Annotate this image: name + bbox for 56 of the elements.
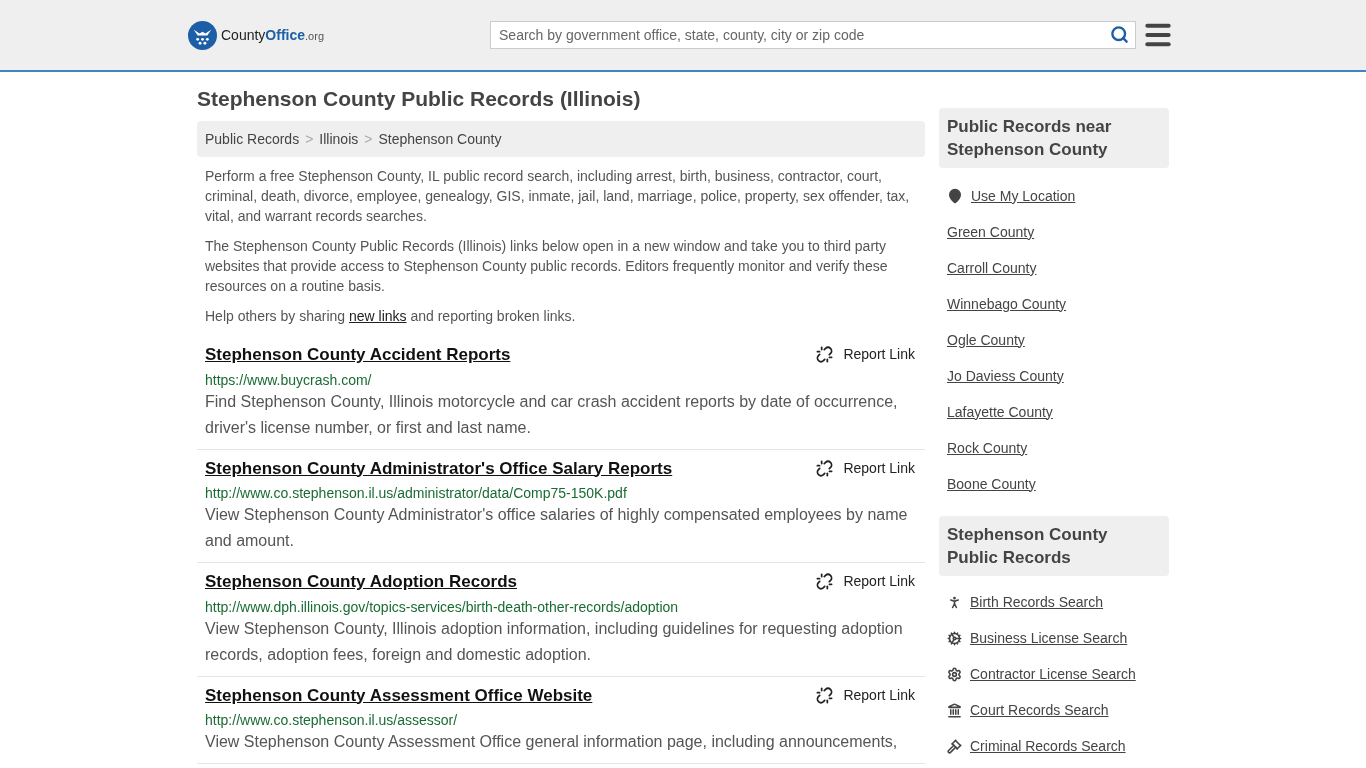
breadcrumb-link[interactable]: Public Records [205,128,300,150]
record-search-link[interactable]: Birth Records Search [970,591,1104,613]
broken-link-icon [816,459,834,477]
sidebar-heading: Public Records near Stephenson County [939,108,1169,168]
record-title-link[interactable]: Stephenson County Administrator's Office Salary Reports [205,455,673,481]
record-description: Find Stephenson County, Illinois motorcycle and car crash accident reports by date of occurrence, driver's license number, or first and last name. [205,391,899,438]
report-link-button[interactable]: Report Link [816,344,917,366]
record-title-link[interactable]: Stephenson County Accident Reports [205,342,511,368]
report-link-button[interactable]: Report Link [816,684,917,706]
county-link[interactable]: Jo Daviess County [947,365,1064,387]
gavel-icon [947,738,962,754]
record-title-link[interactable]: Stephenson County Assessment Office Website [205,682,593,708]
page-title: Stephenson County Public Records (Illinois) [197,86,642,112]
record-url: https://www.buycrash.com/ [205,370,373,389]
record-url: http://www.co.stephenson.il.us/administrator/data/Comp75-150K.pdf [205,484,628,502]
record-search-link[interactable]: Contractor License Search [970,663,1136,685]
county-link[interactable]: Lafayette County [947,401,1053,423]
intro-paragraph: Perform a free Stephenson County, IL public record search, including arrest, birth, business, contractor, court, criminal, death, divorce, employee, genealogy, GIS, inmate, jail, land, marriage, police, property, sex offender, tax, vital, and warrant records searches. [205,167,911,226]
record-title-link[interactable]: Stephenson County Adoption Records [205,569,517,595]
record-search-link[interactable]: Court Records Search [970,699,1109,721]
county-link[interactable]: Carroll County [947,257,1037,279]
gear-icon [947,666,962,682]
county-link[interactable]: Rock County [947,437,1028,459]
record-description: View Stephenson County, Illinois adoption information, including guidelines for requesting adoption records, adoption fees, foreign and domestic adoption. [205,618,904,665]
record-description: View Stephenson County Administrator's office salaries of highly compensated employees by name and amount. [205,505,909,551]
record-url: http://www.co.stephenson.il.us/assessor/ [205,711,459,729]
county-link[interactable]: Green County [947,221,1035,243]
gears-icon [947,630,962,646]
search-icon[interactable] [1110,25,1129,44]
county-link[interactable]: Boone County [947,473,1036,495]
sidebar-heading: Stephenson County Public Records [939,516,1169,576]
county-link[interactable]: Winnebago County [947,293,1067,315]
courthouse-icon [947,702,962,718]
broken-link-icon [816,573,834,591]
report-link-button[interactable]: Report Link [816,457,917,479]
intro-paragraph: The Stephenson County Public Records (Illinois) links below open in a new window and take you to third party websites that provide access to Stephenson County public records. Editors frequently monitor and verify these resources on a routine basis. [205,237,889,296]
breadcrumb-link[interactable]: Stephenson County [378,128,502,150]
breadcrumb-separator: > [305,129,314,149]
help-text: Help others by sharing new links and reporting broken links. [205,307,577,326]
broken-link-icon [816,346,834,364]
person-icon [947,594,962,610]
location-pin-icon [947,188,963,204]
logo-icon [188,20,217,50]
report-link-button[interactable]: Report Link [816,571,917,593]
county-link[interactable]: Ogle County [947,329,1025,351]
record-search-link[interactable]: Business License Search [970,627,1128,649]
breadcrumb-separator: > [364,129,373,149]
site-logo[interactable]: CountyOffice.org [188,20,324,50]
breadcrumb-link[interactable]: Illinois [319,128,359,150]
use-location-link[interactable]: Use My Location [971,185,1076,207]
record-url: http://www.dph.illinois.gov/topics-services/birth-death-other-records/adoption [205,597,680,616]
new-links-link[interactable]: new links [348,308,407,324]
broken-link-icon [816,686,834,704]
record-search-link[interactable]: Criminal Records Search [970,735,1126,757]
record-description: View Stephenson County Assessment Office general information page, including announcements, [205,732,899,752]
search-field[interactable]: Search by government office, state, county, city or zip code [490,21,1136,49]
